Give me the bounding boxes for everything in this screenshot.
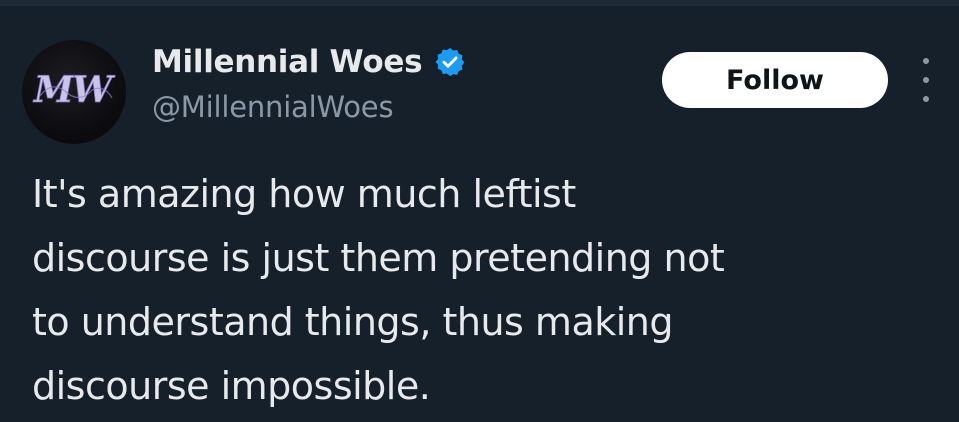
- author-handle[interactable]: @MillennialWoes: [152, 90, 394, 124]
- more-dot: [923, 58, 929, 64]
- verified-badge-icon: [435, 48, 465, 76]
- more-options-icon[interactable]: [914, 58, 938, 102]
- tweet-text: It's amazing how much leftist discourse …: [32, 162, 932, 418]
- more-dot: [923, 96, 929, 102]
- tweet-card: MW Millennial Woes @MillennialWoes Follo…: [0, 0, 959, 422]
- top-divider: [0, 0, 959, 6]
- tweet-text-line: discourse impossible.: [32, 364, 431, 408]
- more-dot: [923, 77, 929, 83]
- tweet-text-line: to understand things, thus making: [32, 300, 674, 344]
- author-display-name[interactable]: Millennial Woes: [152, 44, 423, 80]
- tweet-text-line: It's amazing how much leftist: [32, 172, 576, 216]
- author-name-row: Millennial Woes: [152, 40, 466, 84]
- avatar-monogram: MW: [32, 69, 116, 111]
- follow-button[interactable]: Follow: [662, 52, 888, 108]
- avatar[interactable]: MW: [22, 40, 126, 144]
- avatar-logo: MW: [31, 69, 118, 112]
- tweet-text-line: discourse is just them pretending not: [32, 236, 725, 280]
